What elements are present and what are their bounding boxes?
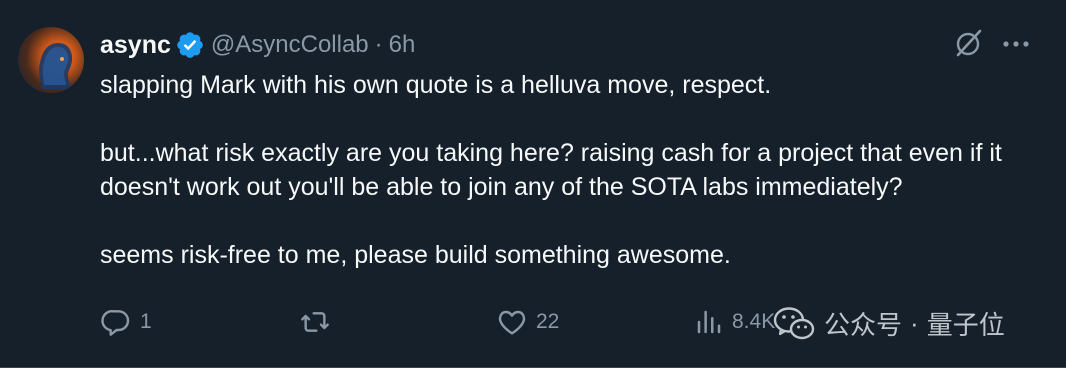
tweet-text: slapping Mark with his own quote is a he… [100, 68, 1040, 272]
tweet-paragraph-1: slapping Mark with his own quote is a he… [100, 71, 772, 99]
views-chart-icon [697, 310, 721, 334]
retweet-button[interactable] [298, 300, 340, 344]
reply-icon [101, 310, 130, 336]
like-button[interactable]: 22 [496, 300, 559, 344]
watermark-separator: · [910, 307, 919, 338]
reply-button[interactable]: 1 [100, 300, 152, 344]
timestamp[interactable]: 6h [389, 31, 416, 59]
verified-badge-icon [175, 30, 205, 60]
grok-icon[interactable] [952, 26, 986, 60]
retweet-icon [301, 312, 329, 332]
views-count: 8.4K [732, 310, 776, 333]
separator-dot: · [374, 31, 383, 58]
watermark-text-1: 公众号 [824, 309, 903, 340]
views-button[interactable]: 8.4K [694, 300, 775, 344]
avatar-image [39, 43, 73, 89]
tweet-paragraph-2: but...what risk exactly are you taking h… [100, 139, 1002, 201]
avatar[interactable] [18, 27, 84, 93]
display-name[interactable]: async [100, 31, 171, 60]
watermark-text-2: 量子位 [926, 309, 1005, 340]
heart-icon [498, 310, 526, 335]
tweet-card[interactable]: async @AsyncCollab · 6h slapping Mark wi… [0, 0, 1066, 368]
tweet-paragraph-3: seems risk-free to me, please build some… [100, 241, 731, 269]
like-count: 22 [536, 310, 560, 333]
more-dots-icon[interactable] [1000, 30, 1032, 58]
user-handle[interactable]: @AsyncCollab [211, 31, 369, 59]
wechat-icon [773, 307, 815, 340]
tweet-header: async @AsyncCollab · 6h [100, 28, 415, 62]
watermark: 公众号 · 量子位 [772, 296, 1005, 350]
reply-count: 1 [140, 310, 152, 333]
